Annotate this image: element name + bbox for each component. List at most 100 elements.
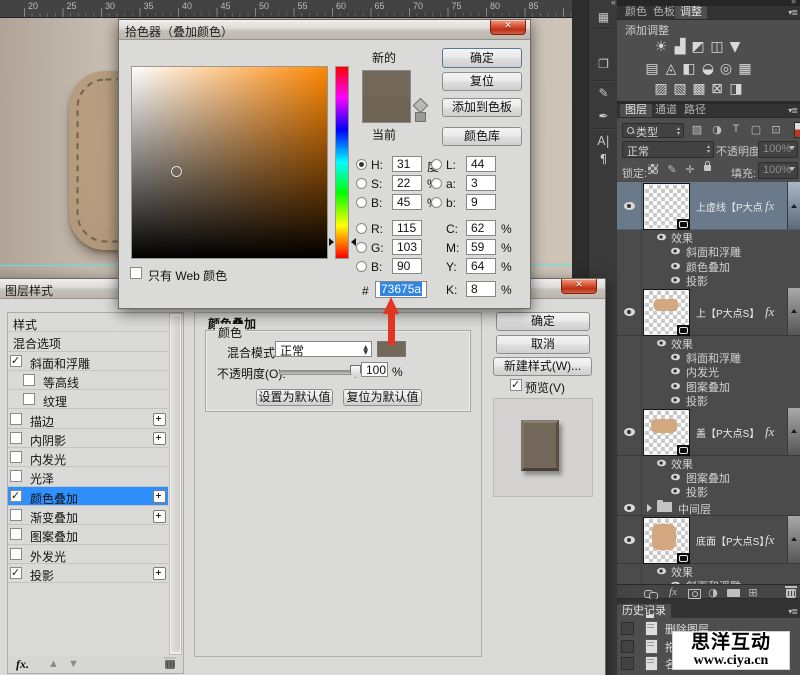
add-layer-style-icon[interactable]: fx (669, 586, 677, 598)
new-style-button[interactable]: 新建样式(W)... (493, 357, 592, 376)
style-checkbox[interactable] (10, 509, 22, 521)
style-item-投影[interactable]: 投影 (8, 564, 168, 583)
radio-B:[interactable] (356, 261, 367, 272)
add-instance-button[interactable] (153, 413, 166, 426)
brightness-contrast-icon[interactable]: ☀ (653, 40, 670, 55)
effect-row[interactable]: 投影 (617, 393, 800, 407)
field-input-K:[interactable]: 8 (466, 281, 496, 297)
style-checkbox[interactable] (10, 548, 22, 560)
visibility-eye-icon[interactable] (624, 308, 635, 316)
lock-all-icon[interactable] (704, 165, 711, 171)
style-checkbox[interactable] (10, 490, 22, 502)
field-input-Y:[interactable]: 64 (466, 258, 496, 274)
add-instance-button[interactable] (153, 567, 166, 580)
new-layer-icon[interactable]: ⊞ (748, 586, 757, 599)
blend-mode-dropdown[interactable]: 正常 ▲▼ (275, 341, 372, 357)
tab-路径[interactable]: 路径 (679, 104, 711, 117)
field-input-a:[interactable]: 3 (466, 175, 496, 191)
tab-通道[interactable]: 通道 (650, 104, 682, 117)
field-input-b:[interactable]: 9 (466, 194, 496, 210)
visibility-eye-icon[interactable] (624, 428, 635, 436)
brush-panel-icon[interactable]: ✒ (589, 109, 618, 123)
visibility-eye-icon[interactable] (671, 354, 680, 361)
gradient-map-icon[interactable]: ⊠ (709, 82, 726, 97)
lock-image-pixels-icon[interactable]: ✎ (667, 163, 676, 176)
channel-mixer-icon[interactable]: ◎ (718, 62, 735, 77)
color-lookup-icon[interactable]: ▦ (737, 62, 754, 77)
visibility-eye-icon[interactable] (671, 474, 680, 481)
cancel-button[interactable]: 取消 (496, 335, 590, 354)
visibility-eye-icon[interactable] (671, 368, 680, 375)
levels-icon[interactable]: ▟ (672, 40, 689, 55)
filter-smart-objects-icon[interactable]: ⊡ (771, 123, 780, 136)
add-instance-button[interactable] (153, 490, 166, 503)
style-item-内发光[interactable]: 内发光 (8, 448, 168, 467)
radio-L:[interactable] (431, 159, 442, 170)
history-source-slot[interactable] (621, 640, 634, 653)
hue-saturation-icon[interactable]: ▤ (644, 62, 661, 77)
ok-button[interactable]: 确定 (496, 312, 590, 331)
layer-thumbnail[interactable] (644, 518, 689, 563)
invert-icon[interactable]: ▨ (653, 82, 670, 97)
radio-B:[interactable] (356, 197, 367, 208)
styles-panel-icon[interactable]: ❐ (589, 57, 618, 71)
radio-G:[interactable] (356, 242, 367, 253)
lock-position-icon[interactable]: ✛ (685, 163, 694, 176)
curves-icon[interactable]: ◩ (690, 40, 707, 55)
effect-row[interactable]: 内发光 (617, 364, 800, 378)
visibility-eye-icon[interactable] (671, 488, 680, 495)
delete-layer-icon[interactable] (786, 589, 796, 598)
vibrance-icon[interactable]: ▼ (727, 40, 744, 55)
style-checkbox[interactable] (10, 451, 22, 463)
collapse-effects-button[interactable] (787, 288, 800, 335)
radio-R:[interactable] (356, 223, 367, 234)
layer-row[interactable]: 上【P大点S】fx (617, 288, 800, 336)
effect-row[interactable]: 效果 (617, 336, 800, 350)
collapse-effects-button[interactable] (787, 516, 800, 563)
style-checkbox[interactable] (10, 432, 22, 444)
layer-row[interactable]: 盖【P大点S】fx (617, 408, 800, 456)
history-source-slot[interactable] (621, 622, 634, 635)
layer-fx-icon[interactable]: fx (765, 304, 774, 320)
visibility-eye-icon[interactable] (624, 536, 635, 544)
add-layer-mask-icon[interactable] (688, 589, 701, 599)
photo-filter-icon[interactable]: ◒ (700, 62, 717, 77)
blend-mode-select[interactable]: 正常 ▴▾ (622, 141, 714, 158)
expand-panels-icon[interactable]: « (611, 0, 616, 7)
layers-panel-menu-icon[interactable]: ▾≣ (788, 106, 797, 115)
filter-pixel-layers-icon[interactable]: ▨ (692, 123, 702, 136)
make-default-button[interactable]: 设置为默认值 (256, 389, 333, 406)
close-button[interactable] (561, 279, 597, 294)
character-panel-icon[interactable]: A| (589, 134, 618, 148)
style-item-渐变叠加[interactable]: 渐变叠加 (8, 506, 168, 525)
effect-row[interactable]: 投影 (617, 273, 800, 287)
style-item-混合选项[interactable]: 混合选项 (8, 332, 168, 351)
style-item-斜面和浮雕[interactable]: 斜面和浮雕 (8, 352, 168, 371)
styles-scrollbar[interactable] (169, 313, 182, 655)
layer-thumbnail[interactable] (644, 290, 689, 335)
layer-fx-icon[interactable]: fx (765, 532, 774, 548)
tab-调整[interactable]: 调整 (675, 6, 707, 19)
style-checkbox[interactable] (10, 528, 22, 540)
effect-row[interactable]: 图案叠加 (617, 470, 800, 484)
style-item-样式[interactable]: 样式 (8, 313, 168, 332)
layer-thumbnail[interactable] (644, 184, 689, 229)
visibility-eye-icon[interactable] (657, 459, 666, 466)
layer-filter-toggle[interactable] (794, 122, 800, 138)
style-item-外发光[interactable]: 外发光 (8, 545, 168, 564)
filter-type-layers-icon[interactable]: T (733, 123, 740, 135)
opacity-select[interactable]: 100% (758, 141, 798, 158)
radio-H:[interactable] (356, 159, 367, 170)
layer-filter-type-select[interactable]: 类型 ▴▾ (622, 123, 684, 138)
visibility-eye-icon[interactable] (624, 202, 635, 210)
opacity-slider-track[interactable] (279, 370, 354, 375)
field-input-R:[interactable]: 115 (392, 220, 422, 236)
reset-default-button[interactable]: 复位为默认值 (343, 389, 422, 406)
style-checkbox[interactable] (10, 413, 22, 425)
new-group-icon[interactable] (727, 589, 740, 597)
field-input-M:[interactable]: 59 (466, 239, 496, 255)
style-checkbox[interactable] (23, 374, 35, 386)
effect-row[interactable]: 斜面和浮雕 (617, 350, 800, 364)
radio-a:[interactable] (431, 178, 442, 189)
style-item-纹理[interactable]: 纹理 (8, 390, 168, 409)
